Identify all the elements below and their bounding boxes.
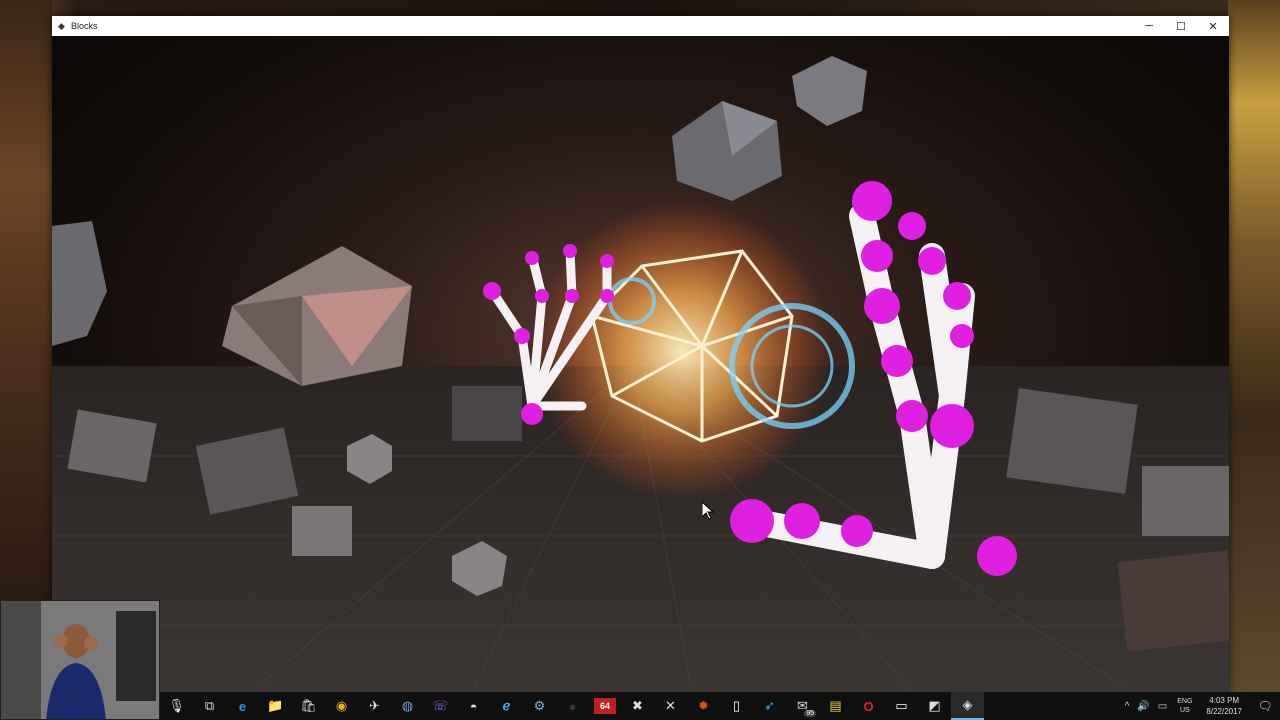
- mail-unread-badge: 95: [804, 710, 816, 717]
- minimize-button[interactable]: ─: [1133, 16, 1165, 36]
- sticky-notes-icon[interactable]: ▤: [819, 692, 852, 720]
- close-button[interactable]: ✕: [1197, 16, 1229, 36]
- clock-time: 4:03 PM: [1209, 696, 1240, 705]
- task-view-icon[interactable]: ⧉: [193, 692, 226, 720]
- clock-date: 8/22/2017: [1206, 707, 1242, 716]
- app-icon: ◆: [58, 21, 65, 31]
- block-icosahedron-top-right: [792, 56, 867, 126]
- ie-icon[interactable]: ℯ: [490, 692, 523, 720]
- chrome-icon[interactable]: ◉: [325, 692, 358, 720]
- mic-icon[interactable]: 🎙: [160, 692, 193, 720]
- edge-icon[interactable]: e: [226, 692, 259, 720]
- network-icon[interactable]: ▭: [1158, 701, 1167, 712]
- block-icosahedron-far-left: [52, 221, 107, 346]
- game-icon[interactable]: ◓: [457, 692, 490, 720]
- tool-red-icon[interactable]: ✹: [687, 692, 720, 720]
- vr-scene: [52, 56, 1229, 692]
- mail-icon[interactable]: ✉ 95: [786, 692, 819, 720]
- viber-icon[interactable]: ☏: [424, 692, 457, 720]
- monitor-app-icon[interactable]: ◩: [918, 692, 951, 720]
- n64-icon[interactable]: 64: [594, 698, 616, 714]
- window-app-icon[interactable]: ▭: [885, 692, 918, 720]
- file-explorer-icon[interactable]: 📁: [259, 692, 292, 720]
- keyboard-region: US: [1179, 707, 1190, 714]
- globe-icon[interactable]: ◍: [391, 692, 424, 720]
- vr-scene-viewport[interactable]: [52, 36, 1229, 692]
- opera-icon[interactable]: O: [852, 692, 885, 720]
- input-language-indicator[interactable]: ENG US: [1177, 697, 1192, 715]
- window-title: Blocks: [71, 21, 98, 31]
- arrow-app-icon[interactable]: ➶: [753, 692, 786, 720]
- action-center-icon[interactable]: 🗨: [1250, 692, 1280, 720]
- system-tray: ^ 🔊 ▭ ENG US 4:03 PM 8/22/2017 🗨: [1121, 692, 1280, 720]
- tool-icon[interactable]: ✈: [358, 692, 391, 720]
- block-icosahedron-top: [672, 101, 782, 201]
- mouse-cursor: [702, 502, 714, 520]
- blocks-app-window[interactable]: ◆ Blocks ─ ☐ ✕: [52, 16, 1229, 692]
- windows-taskbar: 🎙 ⧉ e 📁 🛍 ◉ ✈ ◍ ☏ ◓ ℯ ⚙ ● 64 ✖ ✕ ✹ ▯ ➶ ✉…: [160, 692, 1280, 720]
- show-hidden-icons-chevron-icon[interactable]: ^: [1125, 701, 1130, 712]
- unity-icon[interactable]: ◈: [951, 692, 984, 720]
- maximize-button[interactable]: ☐: [1165, 16, 1197, 36]
- store-icon[interactable]: 🛍: [292, 692, 325, 720]
- room-background-right: [1228, 0, 1280, 692]
- xbox-icon[interactable]: ✖: [621, 692, 654, 720]
- system-clock[interactable]: 4:03 PM 8/22/2017: [1206, 695, 1242, 717]
- app-dark-icon[interactable]: ●: [556, 692, 589, 720]
- webcam-overlay: [0, 600, 160, 720]
- steam-icon[interactable]: ⚙: [523, 692, 556, 720]
- document-icon[interactable]: ▯: [720, 692, 753, 720]
- webcam-person: [1, 601, 159, 719]
- window-titlebar[interactable]: ◆ Blocks ─ ☐ ✕: [52, 16, 1229, 36]
- room-background-left: [0, 0, 52, 600]
- block-icosahedron-left: [222, 246, 412, 386]
- x-app-icon[interactable]: ✕: [654, 692, 687, 720]
- language-code: ENG: [1177, 698, 1193, 705]
- taskbar-pinned-apps: 🎙 ⧉ e 📁 🛍 ◉ ✈ ◍ ☏ ◓ ℯ ⚙ ● 64 ✖ ✕ ✹ ▯ ➶ ✉…: [160, 692, 984, 720]
- volume-icon[interactable]: 🔊: [1137, 701, 1149, 712]
